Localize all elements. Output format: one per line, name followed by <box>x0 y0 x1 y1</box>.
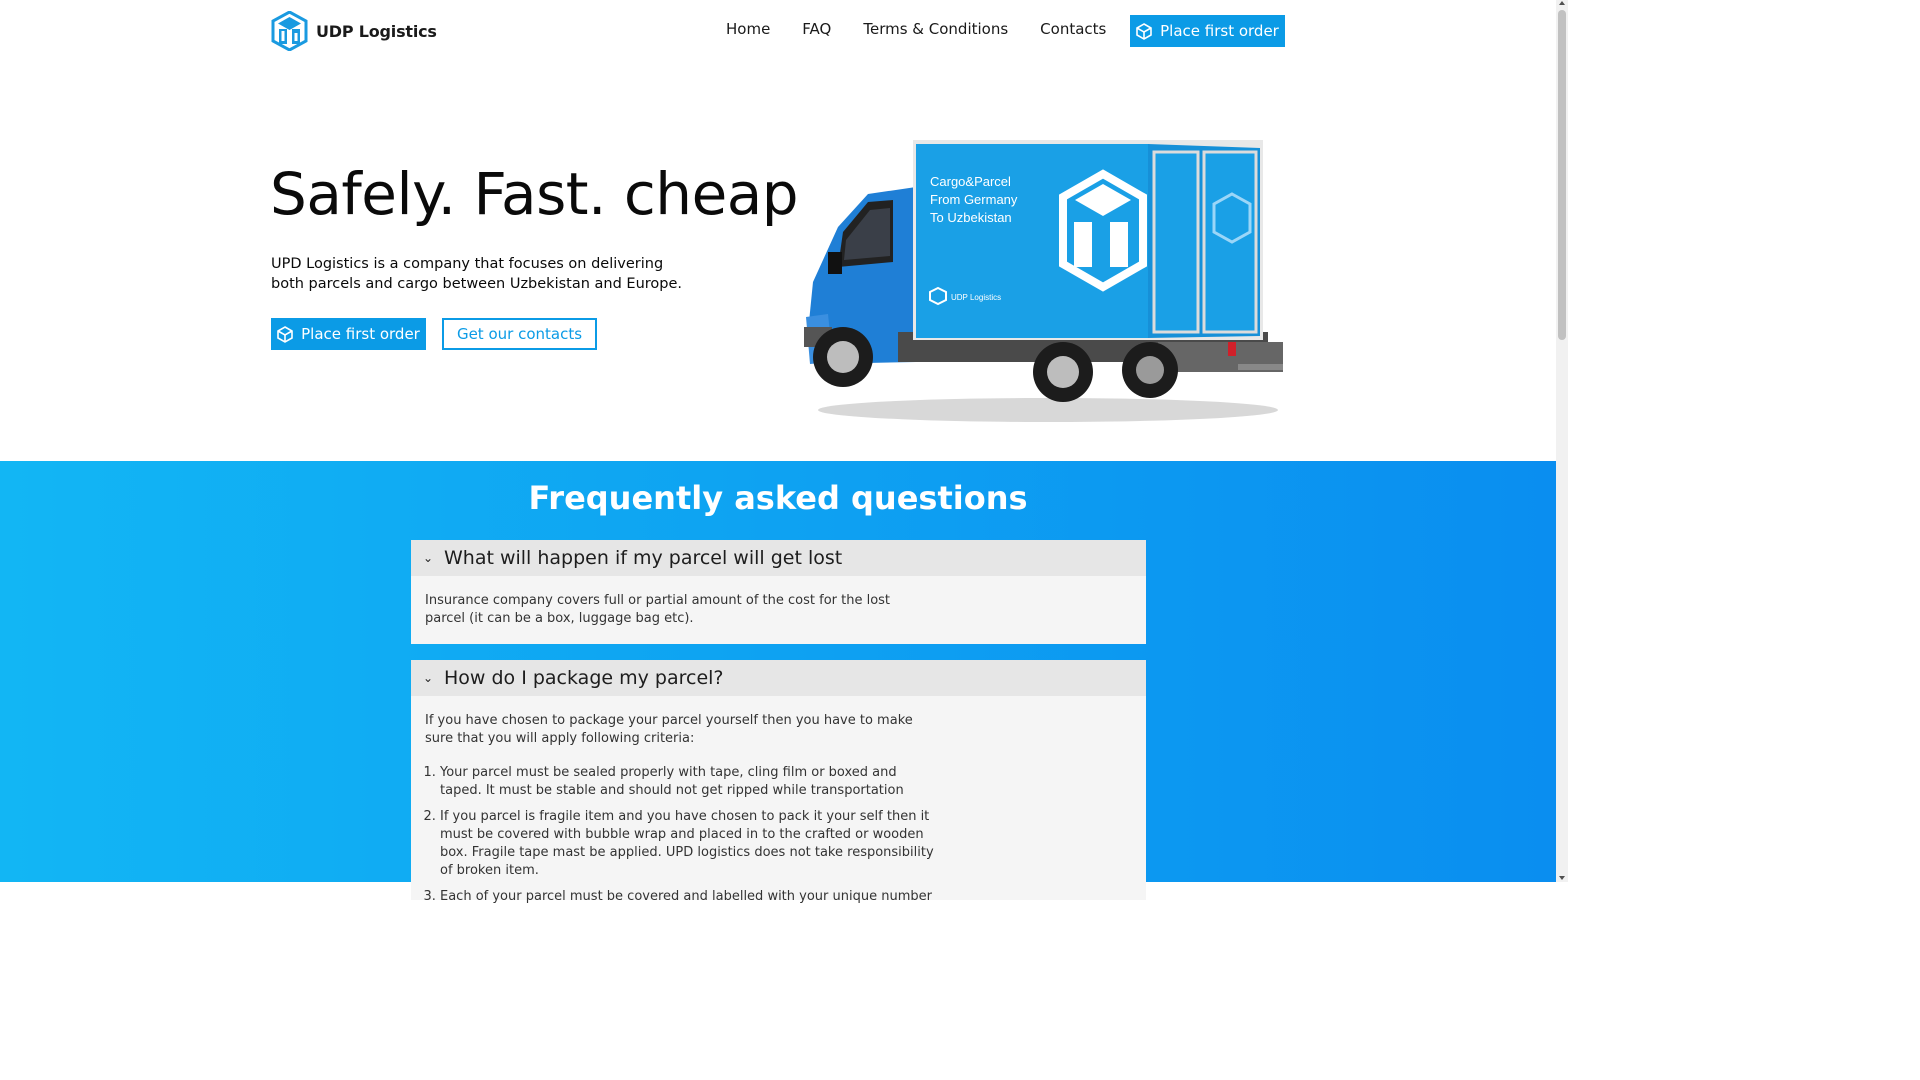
list-item: Each of your parcel must be covered and … <box>440 888 935 906</box>
faq-question: What will happen if my parcel will get l… <box>444 547 843 569</box>
scrollbar-thumb[interactable] <box>1558 10 1566 340</box>
truck-text-line3: To Uzbekistan <box>930 210 1012 225</box>
site-header: UDP Logistics Home FAQ Terms & Condition… <box>0 0 1556 62</box>
faq-title: Frequently asked questions <box>528 479 1028 517</box>
scroll-up-arrow-icon[interactable] <box>1559 1 1565 5</box>
truck-text-line2: From Germany <box>930 192 1018 207</box>
header-place-order-button[interactable]: Place first order <box>1130 15 1285 47</box>
scroll-down-arrow-icon[interactable] <box>1559 876 1565 880</box>
faq-answer-text: If you have chosen to package your parce… <box>425 713 913 746</box>
nav-contacts-link[interactable]: Contacts <box>1040 20 1106 38</box>
cube-icon <box>277 325 293 343</box>
get-contacts-label: Get our contacts <box>456 325 583 343</box>
faq-answer-text: Insurance company covers full or partial… <box>425 593 891 626</box>
chevron-down-icon: ⌄ <box>422 671 434 685</box>
logo[interactable]: UDP Logistics <box>271 11 437 51</box>
hero-title: Safely. Fast. cheap <box>270 160 799 228</box>
header-place-order-label: Place first order <box>1160 22 1279 40</box>
faq-question-toggle[interactable]: ⌄ How do I package my parcel? <box>411 660 1146 696</box>
list-item: If you parcel is fragile item and you ha… <box>440 808 935 880</box>
page-scrollbar[interactable] <box>1556 0 1568 882</box>
faq-section: Frequently asked questions ⌄ What will h… <box>0 461 1556 904</box>
main-nav: Home FAQ Terms & Conditions Contacts <box>726 20 1106 38</box>
logo-cube-icon <box>271 11 308 51</box>
packaging-criteria-list: Your parcel must be sealed properly with… <box>425 764 935 906</box>
nav-faq-link[interactable]: FAQ <box>802 20 831 38</box>
delivery-truck-image: Cargo&Parcel From Germany To Uzbekistan … <box>804 140 1283 422</box>
truck-brand-text: UDP Logistics <box>951 293 1001 302</box>
faq-answer: If you have chosen to package your parce… <box>411 696 1146 930</box>
faq-question-toggle[interactable]: ⌄ What will happen if my parcel will get… <box>411 540 1146 576</box>
get-contacts-button[interactable]: Get our contacts <box>442 318 597 350</box>
truck-text-line1: Cargo&Parcel <box>930 174 1011 189</box>
hero-description: UPD Logistics is a company that focuses … <box>271 256 683 292</box>
hero-buttons: Place first order Get our contacts <box>271 318 597 350</box>
faq-item: ⌄ How do I package my parcel? If you hav… <box>411 660 1146 904</box>
chevron-down-icon: ⌄ <box>422 551 434 565</box>
faq-answer: Insurance company covers full or partial… <box>411 576 1146 644</box>
nav-terms-link[interactable]: Terms & Conditions <box>863 20 1008 38</box>
logo-text: UDP Logistics <box>316 21 437 41</box>
faq-item: ⌄ What will happen if my parcel will get… <box>411 540 1146 644</box>
list-item: Your parcel must be sealed properly with… <box>440 764 935 800</box>
cube-icon <box>1136 22 1152 40</box>
nav-home-link[interactable]: Home <box>726 20 770 38</box>
faq-question: How do I package my parcel? <box>444 667 724 689</box>
hero-place-order-label: Place first order <box>301 325 420 343</box>
hero-place-order-button[interactable]: Place first order <box>271 318 426 350</box>
